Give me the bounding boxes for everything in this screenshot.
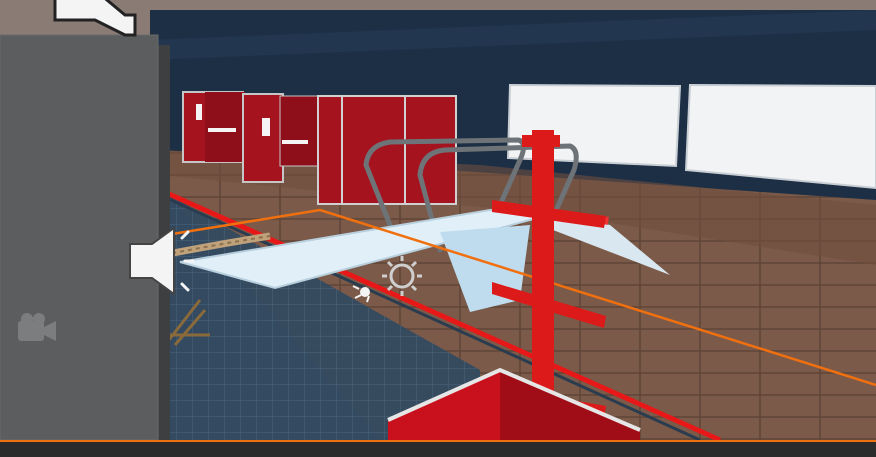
pillar[interactable] [0,34,170,440]
scene-canvas[interactable] [0,0,876,440]
whiteboard[interactable] [684,83,876,190]
scene-viewport[interactable] [0,0,876,440]
viewport-bottom-border [0,440,876,457]
